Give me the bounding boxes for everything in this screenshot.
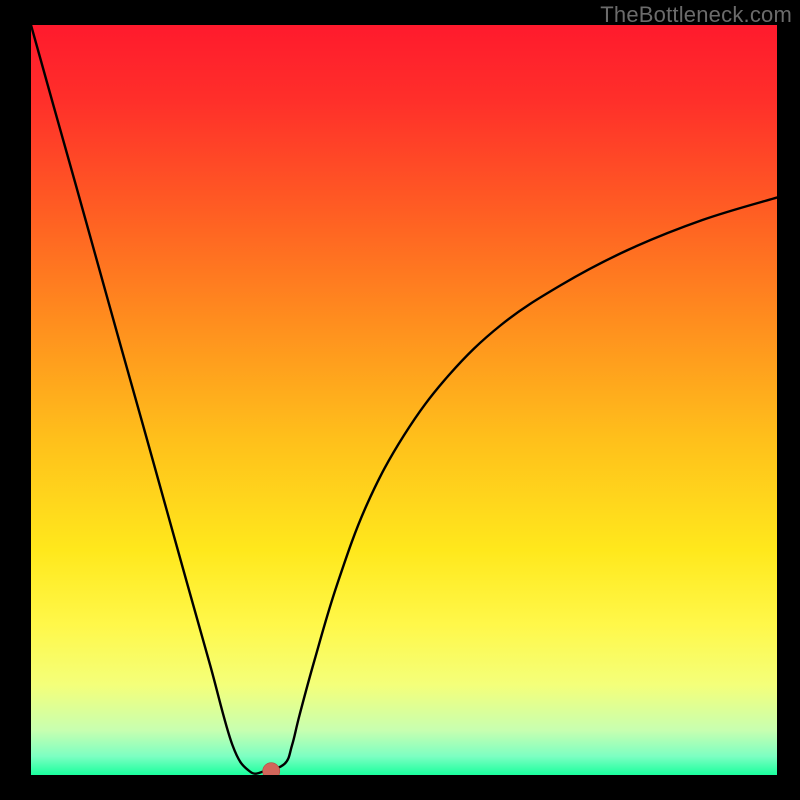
plot-svg — [31, 25, 777, 775]
gradient-background — [31, 25, 777, 775]
watermark-text: TheBottleneck.com — [600, 2, 792, 28]
chart-stage: TheBottleneck.com — [0, 0, 800, 800]
plot-area — [31, 25, 777, 775]
